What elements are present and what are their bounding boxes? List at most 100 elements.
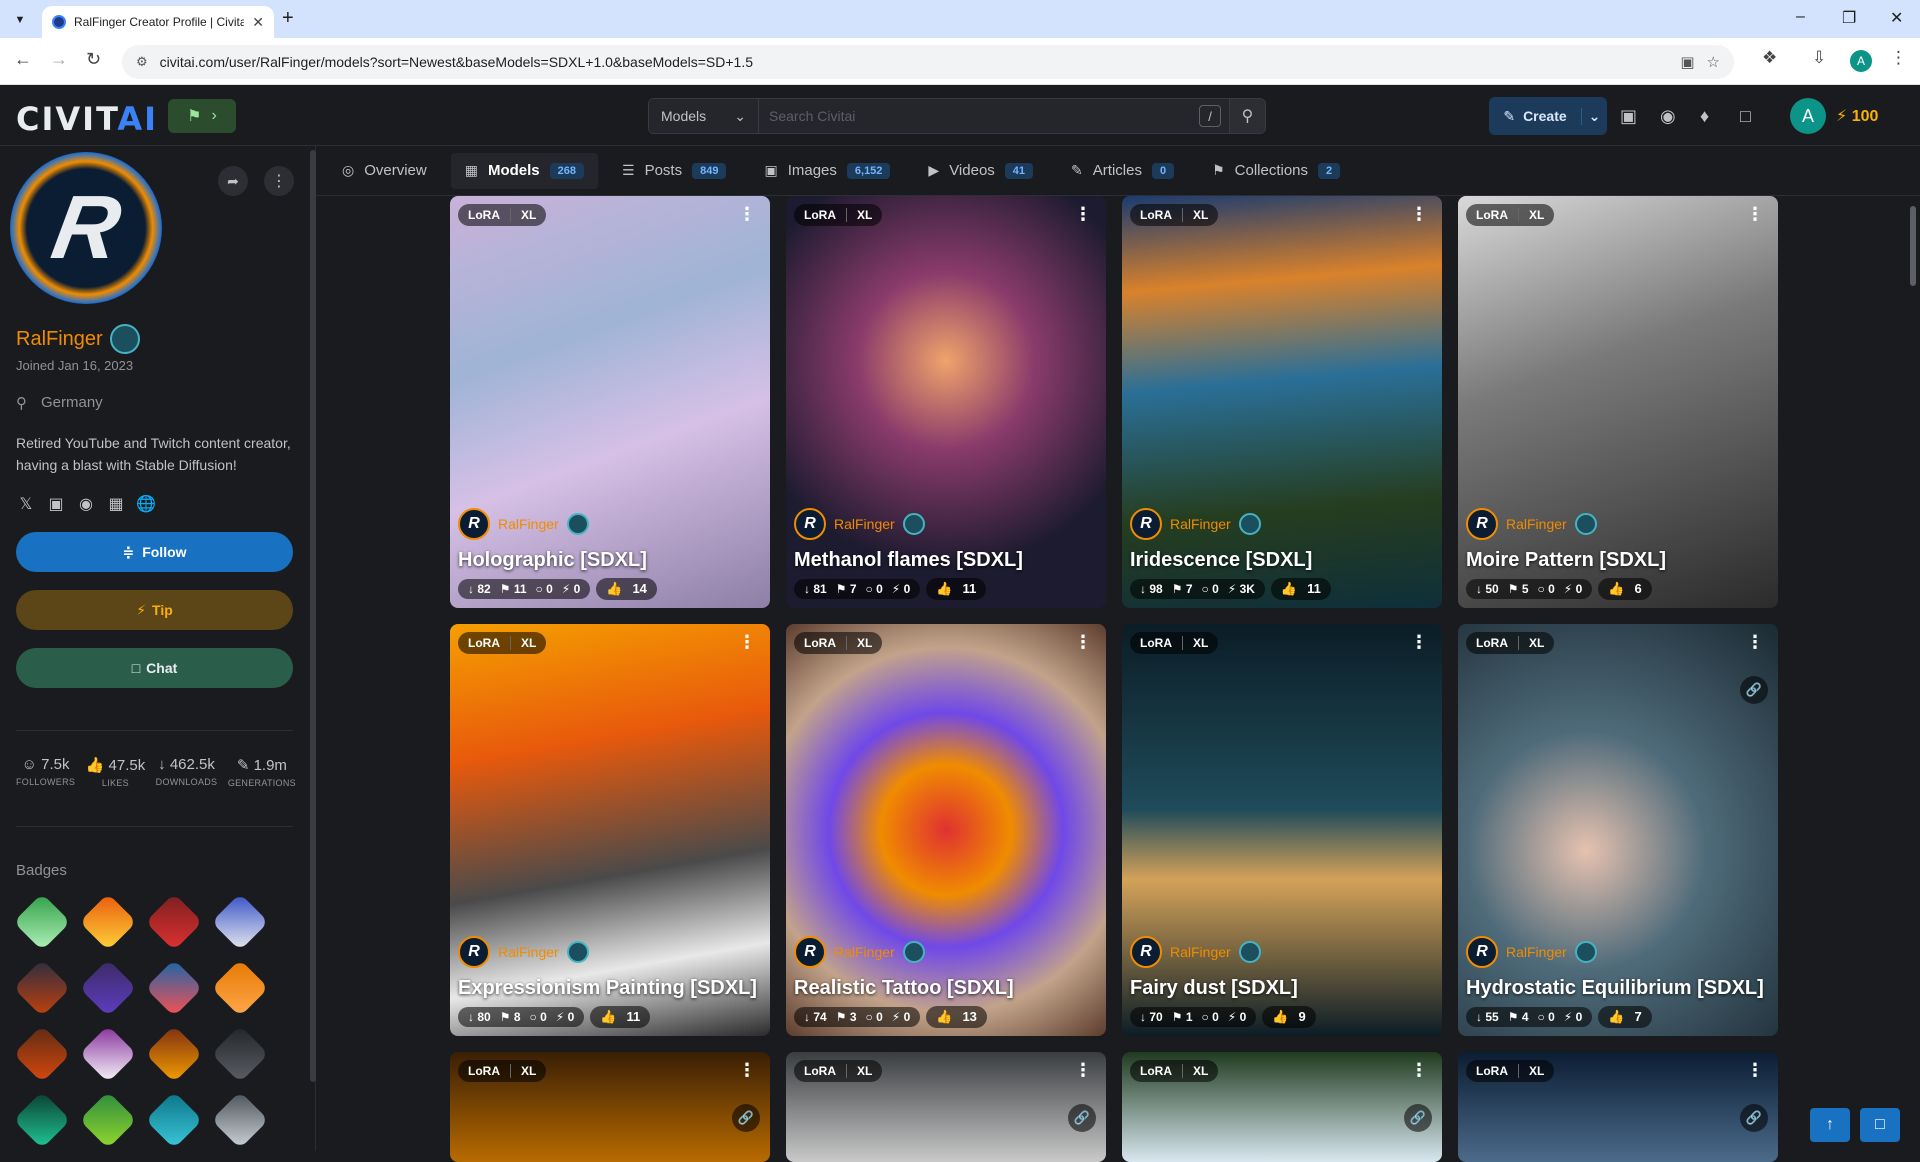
card-creator[interactable]: R RalFinger [794,508,925,540]
card-creator[interactable]: R RalFinger [794,936,925,968]
discord-icon[interactable]: ◉ [76,494,96,514]
badge-pumpkin-icon[interactable] [211,959,269,1017]
badge-clover-icon[interactable] [13,893,71,951]
linkedin-icon[interactable]: ▦ [106,494,126,514]
card-menu-icon[interactable]: ⋮ [738,1060,756,1081]
badge-skull-red-icon[interactable] [13,1025,71,1083]
model-card[interactable]: LoRA XL ⋮ 🔗 [450,1052,770,1162]
card-menu-icon[interactable]: ⋮ [738,204,756,225]
tab-posts[interactable]: ☰ Posts 849 [608,153,740,189]
tab-videos[interactable]: ▶ Videos 41 [914,153,1047,189]
address-bar[interactable]: ⚙ civitai.com/user/RalFinger/models?sort… [122,45,1734,79]
model-card[interactable]: LoRA XL ⋮ R RalFinger Iridescence [SDXL] ↓ 98 ⚑… [1122,196,1442,608]
badge-trophy-icon[interactable] [145,1025,203,1083]
minimize-icon[interactable]: – [1796,8,1805,26]
tip-button[interactable]: ⚡ Tip [16,590,293,630]
badge-sugar-skull-icon[interactable] [79,1025,137,1083]
badge-robot-icon[interactable] [79,1091,137,1149]
reload-icon[interactable]: ↻ [86,49,101,70]
install-app-icon[interactable]: ▣ [1680,53,1694,71]
bell-icon[interactable]: ♦ [1700,106,1709,127]
x-twitter-icon[interactable]: 𝕏 [16,494,36,514]
extensions-icon[interactable]: ❖ [1762,48,1777,68]
model-card[interactable]: LoRA XL ⋮ R RalFinger Realistic Tattoo [SDXL]… [786,624,1106,1036]
downloads-icon[interactable]: ⇩ [1812,48,1826,68]
green-flag-button[interactable]: ⚑ › [168,99,236,133]
tab-search-chevron-icon[interactable]: ▼ [8,8,32,32]
monitor-icon[interactable]: ▣ [1620,106,1637,127]
close-window-icon[interactable]: ✕ [1890,8,1903,28]
model-card[interactable]: LoRA XL ⋮ 🔗 [1458,1052,1778,1162]
search-input[interactable] [759,99,1229,133]
tab-images[interactable]: ▣ Images 6,152 [750,153,904,189]
card-creator[interactable]: R RalFinger [458,936,589,968]
model-card[interactable]: LoRA XL ⋮ R RalFinger Fairy dust [SDXL] ↓ 70 ⚑ … [1122,624,1442,1036]
new-tab-icon[interactable]: + [282,7,294,30]
model-card[interactable]: LoRA XL ⋮ R RalFinger Expressionism Painting … [450,624,770,1036]
link-icon[interactable]: 🔗 [732,1104,760,1132]
model-card[interactable]: LoRA XL ⋮ 🔗 R RalFinger Hydrostatic Equilibriu… [1458,624,1778,1036]
search-icon[interactable]: ⚲ [1229,99,1265,133]
search-category-select[interactable]: Models ⌄ [649,99,759,133]
card-menu-icon[interactable]: ⋮ [1746,632,1764,653]
badge-heart-icon[interactable] [145,893,203,951]
card-creator[interactable]: R RalFinger [1466,936,1597,968]
model-card[interactable]: LoRA XL ⋮ 🔗 [1122,1052,1442,1162]
card-creator[interactable]: R RalFinger [1130,936,1261,968]
card-menu-icon[interactable]: ⋮ [738,632,756,653]
badge-car-icon[interactable] [79,959,137,1017]
sidebar-scrollbar[interactable] [310,150,316,1082]
tab-models[interactable]: ▦ Models 268 [450,152,599,189]
card-menu-icon[interactable]: ⋮ [1410,204,1428,225]
model-card[interactable]: LoRA XL ⋮ R RalFinger Moire Pattern [SDXL] ↓ 5… [1458,196,1778,608]
buzz-balance[interactable]: ⚡ 100 [1836,106,1878,126]
feedback-chat-button[interactable]: □ [1860,1108,1900,1142]
restore-icon[interactable]: ❐ [1842,8,1856,28]
page-scrollbar[interactable] [1910,206,1916,286]
tab-overview[interactable]: ◎ Overview [328,153,441,189]
card-creator[interactable]: R RalFinger [1466,508,1597,540]
badge-pumpkin-dark-icon[interactable] [13,959,71,1017]
globe-icon[interactable]: 🌐 [136,494,156,514]
tab-articles[interactable]: ✎ Articles 0 [1057,153,1188,189]
model-card[interactable]: LoRA XL ⋮ R RalFinger Methanol flames [SDXL] ↓… [786,196,1106,608]
card-creator[interactable]: R RalFinger [458,508,589,540]
browser-tab[interactable]: RalFinger Creator Profile | Civitai ✕ [42,6,274,38]
card-menu-icon[interactable]: ⋮ [1746,204,1764,225]
badge-aperture-icon[interactable] [145,1091,203,1149]
badge-penguin-icon[interactable] [211,893,269,951]
badge-flame-icon[interactable] [79,893,137,951]
create-button[interactable]: ✎ Create ⌄ [1489,97,1607,135]
badge-card-icon[interactable] [211,1025,269,1083]
link-icon[interactable]: 🔗 [1740,676,1768,704]
tab-collections[interactable]: ⚑ Collections 2 [1198,153,1354,189]
civitai-logo[interactable]: CIVITAI [16,100,158,138]
scroll-top-button[interactable]: ↑ [1810,1108,1850,1142]
card-menu-icon[interactable]: ⋮ [1074,632,1092,653]
badge-f-icon[interactable] [13,1091,71,1149]
card-menu-icon[interactable]: ⋮ [1746,1060,1764,1081]
link-icon[interactable]: 🔗 [1740,1104,1768,1132]
link-icon[interactable]: 🔗 [1404,1104,1432,1132]
browser-menu-icon[interactable]: ⋮ [1890,48,1907,68]
chat-button[interactable]: □ Chat [16,648,293,688]
card-menu-icon[interactable]: ⋮ [1074,204,1092,225]
eye-icon[interactable]: ◉ [1660,106,1676,127]
follow-button[interactable]: ≑ Follow [16,532,293,572]
user-avatar[interactable]: A [1790,98,1826,134]
back-icon[interactable]: ← [14,49,32,70]
chat-icon[interactable]: □ [1740,106,1751,127]
browser-profile-avatar[interactable]: A [1850,50,1872,72]
model-card[interactable]: LoRA XL ⋮ 🔗 [786,1052,1106,1162]
close-tab-icon[interactable]: ✕ [252,14,264,31]
video-icon[interactable]: ▣ [46,494,66,514]
model-card[interactable]: LoRA XL ⋮ R RalFinger Holographic [SDXL] ↓ 82 ⚑… [450,196,770,608]
badge-hat-icon[interactable] [211,1091,269,1149]
card-menu-icon[interactable]: ⋮ [1410,1060,1428,1081]
forward-icon[interactable]: → [50,49,68,70]
card-menu-icon[interactable]: ⋮ [1410,632,1428,653]
chevron-down-icon[interactable]: ⌄ [1581,107,1607,125]
link-icon[interactable]: 🔗 [1068,1104,1096,1132]
site-info-icon[interactable]: ⚙ [136,54,148,70]
bookmark-star-icon[interactable]: ☆ [1707,53,1720,71]
